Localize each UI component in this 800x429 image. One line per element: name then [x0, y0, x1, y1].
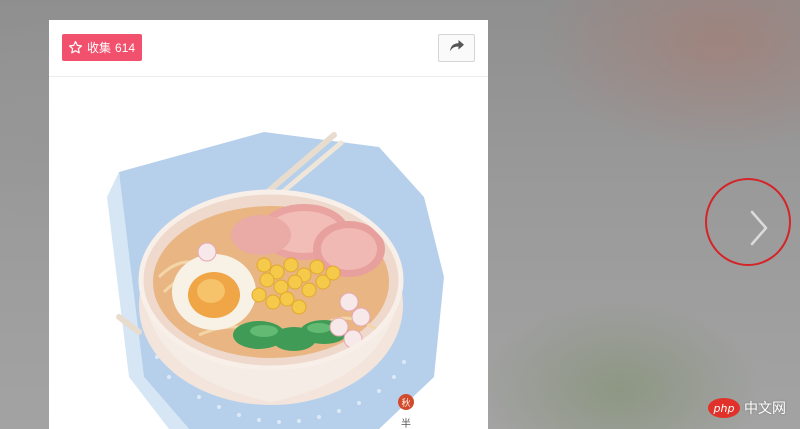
site-watermark: php 中文网	[708, 398, 786, 418]
php-logo: php	[708, 398, 740, 418]
signature-text: 半	[401, 417, 411, 429]
card-toolbar: 收集 614	[49, 20, 488, 77]
star-outline-icon	[68, 40, 83, 55]
collect-label: 收集	[87, 41, 112, 55]
seal-text: 秋	[401, 397, 410, 409]
collect-button[interactable]: 收集 614	[62, 34, 143, 61]
ramen-illustration[interactable]: 秋 半	[49, 77, 488, 429]
share-arrow-icon	[449, 39, 465, 58]
watermark-site-text: 中文网	[744, 401, 786, 417]
image-card: 收集 614 秋 半	[49, 20, 488, 429]
collect-count: 614	[115, 40, 136, 55]
red-annotation-circle	[705, 178, 791, 266]
share-button[interactable]	[438, 34, 475, 62]
